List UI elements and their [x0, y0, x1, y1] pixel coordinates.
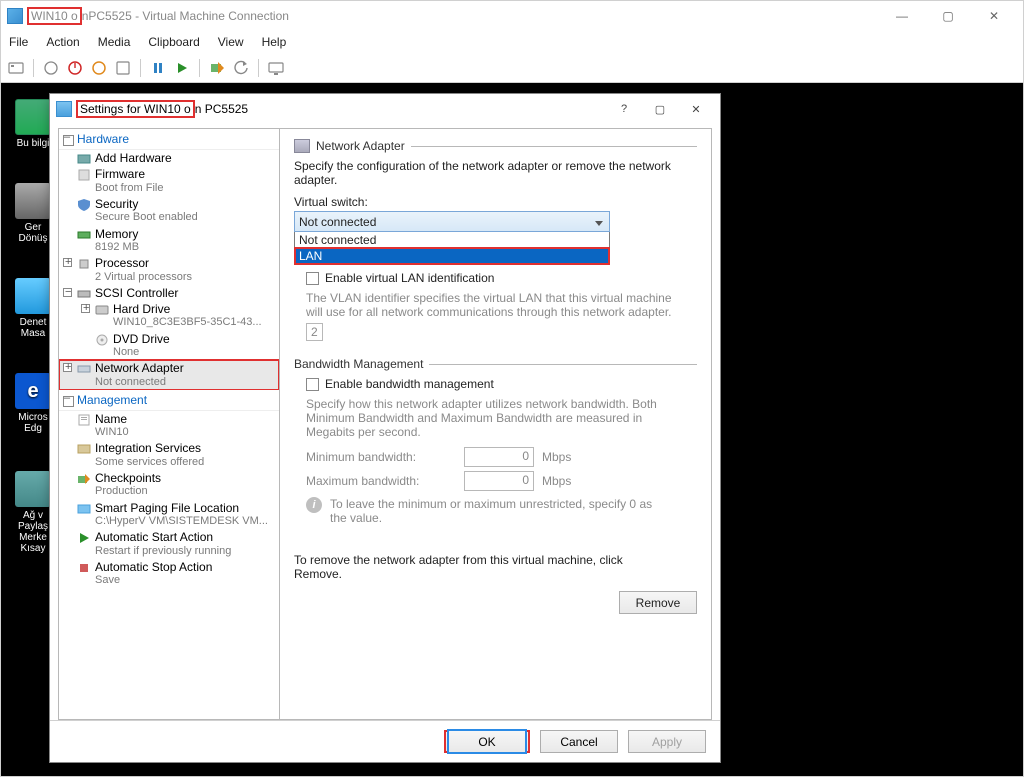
tree-network-adapter[interactable]: Network AdapterNot connected [59, 360, 279, 390]
category-hardware[interactable]: Hardware [59, 129, 279, 150]
pause-icon[interactable] [149, 59, 167, 77]
menu-help[interactable]: Help [262, 35, 287, 49]
minimize-button[interactable]: — [879, 1, 925, 31]
tree-dvd-drive[interactable]: DVD DriveNone [59, 331, 279, 361]
bandwidth-checkbox-label: Enable bandwidth management [325, 377, 494, 391]
remove-button[interactable]: Remove [619, 591, 697, 614]
menu-view[interactable]: View [218, 35, 244, 49]
mbps-unit: Mbps [542, 450, 571, 464]
save-icon[interactable] [114, 59, 132, 77]
turnoff-icon[interactable] [66, 59, 84, 77]
dialog-title-rest: n PC5525 [195, 102, 248, 116]
vm-icon [7, 8, 23, 24]
tree-memory[interactable]: Memory8192 MB [59, 226, 279, 256]
menu-file[interactable]: File [9, 35, 28, 49]
bandwidth-help-text: Specify how this network adapter utilize… [306, 397, 686, 439]
network-adapter-icon [294, 139, 310, 153]
remove-description: To remove the network adapter from this … [294, 553, 634, 581]
dialog-footer: OK Cancel Apply [50, 720, 720, 762]
vmc-title-rest: PC5525 - Virtual Machine Connection [88, 9, 289, 23]
cancel-button[interactable]: Cancel [540, 730, 618, 753]
mbps-unit-2: Mbps [542, 474, 571, 488]
tree-processor[interactable]: Processor2 Virtual processors [59, 255, 279, 285]
checkpoint-icon[interactable] [208, 59, 226, 77]
vmc-title-highlight: WIN10 o [27, 7, 82, 25]
option-lan[interactable]: LAN [295, 248, 609, 264]
tree-hard-drive[interactable]: Hard DriveWIN10_8C3E3BF5-35C1-43... [59, 301, 279, 331]
vlan-help-text: The VLAN identifier specifies the virtua… [306, 291, 686, 319]
shutdown-icon[interactable] [90, 59, 108, 77]
tree-firmware[interactable]: FirmwareBoot from File [59, 166, 279, 196]
apply-button[interactable]: Apply [628, 730, 706, 753]
ctrl-alt-del-icon[interactable] [7, 59, 25, 77]
section-description: Specify the configuration of the network… [294, 159, 697, 187]
menu-media[interactable]: Media [98, 35, 131, 49]
bandwidth-heading: Bandwidth Management [294, 357, 423, 371]
settings-dialog: Settings for WIN10 on PC5525 ? ▢ ✕ Hardw… [49, 93, 721, 763]
close-button[interactable]: ✕ [971, 1, 1017, 31]
tree-auto-start[interactable]: Automatic Start ActionRestart if previou… [59, 529, 279, 559]
menubar: File Action Media Clipboard View Help [1, 31, 1023, 53]
vmc-title-mid: n [82, 9, 89, 23]
tree-security[interactable]: SecuritySecure Boot enabled [59, 196, 279, 226]
tree-add-hardware[interactable]: Add Hardware [59, 150, 279, 166]
section-network-adapter: Network Adapter [294, 139, 697, 153]
max-bandwidth-input[interactable]: 0 [464, 471, 534, 491]
bandwidth-info-text: To leave the minimum or maximum unrestri… [330, 497, 670, 525]
reset-icon[interactable] [173, 59, 191, 77]
virtual-switch-value: Not connected [299, 215, 376, 229]
vmc-titlebar: WIN10 on PC5525 - Virtual Machine Connec… [1, 1, 1023, 31]
bandwidth-checkbox[interactable] [306, 378, 319, 391]
tree-checkpoints[interactable]: CheckpointsProduction [59, 470, 279, 500]
dialog-close-button[interactable]: ✕ [678, 94, 714, 124]
chevron-down-icon[interactable] [590, 214, 607, 231]
enhanced-session-icon[interactable] [267, 59, 285, 77]
dialog-help-button[interactable]: ? [606, 94, 642, 124]
settings-icon [56, 101, 72, 117]
menu-clipboard[interactable]: Clipboard [148, 35, 199, 49]
vlan-id-input[interactable]: 2 [306, 323, 323, 341]
virtual-switch-label: Virtual switch: [294, 195, 697, 209]
dialog-maximize-button[interactable]: ▢ [642, 94, 678, 124]
start-icon[interactable] [42, 59, 60, 77]
vlan-checkbox[interactable] [306, 272, 319, 285]
revert-icon[interactable] [232, 59, 250, 77]
toolbar [1, 53, 1023, 83]
option-not-connected[interactable]: Not connected [295, 232, 609, 248]
tree-integration[interactable]: Integration ServicesSome services offere… [59, 440, 279, 470]
virtual-switch-combo[interactable]: Not connected [294, 211, 610, 232]
min-bandwidth-label: Minimum bandwidth: [306, 450, 456, 464]
max-bandwidth-label: Maximum bandwidth: [306, 474, 456, 488]
virtual-switch-dropdown[interactable]: Not connected LAN [294, 232, 610, 265]
vlan-checkbox-label: Enable virtual LAN identification [325, 271, 494, 285]
settings-content: Network Adapter Specify the configuratio… [280, 128, 712, 720]
settings-tree[interactable]: Hardware Add Hardware FirmwareBoot from … [58, 128, 280, 720]
ok-button-highlight: OK [444, 730, 530, 753]
maximize-button[interactable]: ▢ [925, 1, 971, 31]
tree-name[interactable]: NameWIN10 [59, 411, 279, 441]
category-management[interactable]: Management [59, 390, 279, 411]
dialog-title-highlight: Settings for WIN10 o [76, 100, 195, 118]
tree-scsi[interactable]: SCSI Controller [59, 285, 279, 301]
ok-button[interactable]: OK [448, 730, 526, 753]
dialog-titlebar: Settings for WIN10 on PC5525 ? ▢ ✕ [50, 94, 720, 124]
info-icon: i [306, 497, 322, 513]
section-heading: Network Adapter [316, 139, 405, 153]
vm-connection-window: WIN10 on PC5525 - Virtual Machine Connec… [0, 0, 1024, 777]
tree-auto-stop[interactable]: Automatic Stop ActionSave [59, 559, 279, 589]
menu-action[interactable]: Action [46, 35, 79, 49]
min-bandwidth-input[interactable]: 0 [464, 447, 534, 467]
tree-smart-paging[interactable]: Smart Paging File LocationC:\HyperV VM\S… [59, 500, 279, 530]
